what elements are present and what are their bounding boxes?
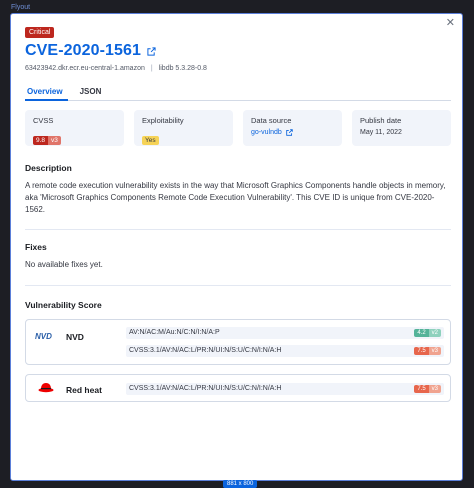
source-name: NVD <box>66 332 84 342</box>
divider <box>25 285 451 286</box>
package-name: libdb 5.3.28-0.8 <box>158 65 207 72</box>
score-vector-row: AV:N/AC:M/Au:N/C:N/I:N/A:P 4.2 v2 <box>126 327 444 339</box>
source-name: Red heat <box>66 385 102 395</box>
data-source-link[interactable]: go-vulndb <box>251 129 334 136</box>
vector-score-badge: 7.5 v3 <box>414 385 441 393</box>
vector-score-badge: 4.2 v2 <box>414 329 441 337</box>
severity-badge: Critical <box>25 27 55 38</box>
vulnerability-flyout: ✕ Critical CVE-2020-1561 63423942.dkr.ec… <box>10 13 463 481</box>
fixes-text: No available fixes yet. <box>25 260 103 269</box>
data-source-value[interactable]: go-vulndb <box>251 129 282 136</box>
tab-json[interactable]: JSON <box>78 85 107 101</box>
vector-string: AV:N/AC:M/Au:N/C:N/I:N/A:P <box>129 329 220 336</box>
vector-string: CVSS:3.1/AV:N/AC:L/PR:N/UI:N/S:U/C:N/I:N… <box>129 347 282 354</box>
exploitability-label: Exploitability <box>142 116 184 125</box>
card-publish-date: Publish date May 11, 2022 <box>352 110 451 146</box>
nvd-logo: NVD <box>35 332 52 341</box>
image-name: 63423942.dkr.ecr.eu-central-1.amazon <box>25 65 145 72</box>
vector-version: v3 <box>428 347 441 355</box>
divider <box>25 229 451 230</box>
score-vector-row: CVSS:3.1/AV:N/AC:L/PR:N/UI:N/S:U/C:N/I:N… <box>126 345 444 357</box>
vector-version: v2 <box>428 329 441 337</box>
meta-separator: | <box>150 65 153 72</box>
cvss-version: v3 <box>48 136 61 145</box>
tab-bar: Overview JSON <box>25 85 451 101</box>
cvss-label: CVSS <box>33 116 54 125</box>
cve-title: CVE-2020-1561 <box>25 42 142 59</box>
title-row: CVE-2020-1561 <box>25 42 156 60</box>
red-hat-icon <box>38 383 54 393</box>
vector-score: 7.5 <box>414 385 429 393</box>
data-source-label: Data source <box>251 116 292 125</box>
cvss-score: 9.8 <box>33 136 49 145</box>
description-title: Description <box>25 163 72 173</box>
publish-date-value: May 11, 2022 <box>360 129 402 136</box>
score-source-red-hat: Red heat CVSS:3.1/AV:N/AC:L/PR:N/UI:N/S:… <box>25 374 451 402</box>
frame-label: Flyout <box>11 4 31 11</box>
score-source-nvd: NVD NVD AV:N/AC:M/Au:N/C:N/I:N/A:P 4.2 v… <box>25 319 451 365</box>
external-link-icon[interactable] <box>286 129 293 136</box>
card-cvss: CVSS 9.8 v3 <box>25 110 124 146</box>
vulnerability-score-title: Vulnerability Score <box>25 300 102 310</box>
fixes-title: Fixes <box>25 242 47 252</box>
frame-size-label: 881 x 800 <box>223 480 258 488</box>
vector-score: 4.2 <box>414 329 429 337</box>
meta-row: 63423942.dkr.ecr.eu-central-1.amazon | l… <box>25 65 207 72</box>
tab-overview[interactable]: Overview <box>25 85 68 101</box>
vector-score-badge: 7.5 v3 <box>414 347 441 355</box>
card-data-source: Data source go-vulndb <box>243 110 342 146</box>
publish-date-label: Publish date <box>360 116 402 125</box>
score-vector-row: CVSS:3.1/AV:N/AC:L/PR:N/UI:N/S:U/C:N/I:N… <box>126 383 444 395</box>
exploitability-badge: Yes <box>142 136 159 145</box>
summary-cards: CVSS 9.8 v3 Exploitability Yes Data sour… <box>25 110 451 146</box>
card-exploitability: Exploitability Yes <box>134 110 233 146</box>
close-icon[interactable]: ✕ <box>446 17 455 29</box>
vector-version: v3 <box>428 385 441 393</box>
vector-string: CVSS:3.1/AV:N/AC:L/PR:N/UI:N/S:U/C:N/I:N… <box>129 385 282 392</box>
vector-score: 7.5 <box>414 347 429 355</box>
external-link-icon[interactable] <box>147 46 156 56</box>
cvss-score-badge: 9.8 v3 <box>33 136 61 145</box>
description-text: A remote code execution vulnerability ex… <box>25 181 446 214</box>
